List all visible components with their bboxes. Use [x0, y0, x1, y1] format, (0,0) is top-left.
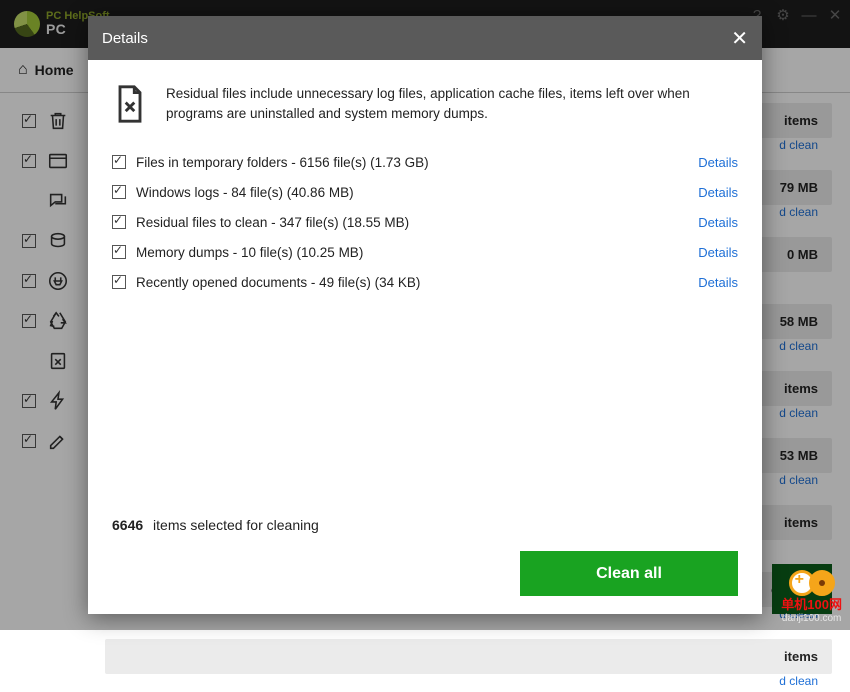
details-link[interactable]: Details	[698, 215, 738, 230]
close-icon[interactable]: ✕	[731, 26, 748, 51]
details-dialog: Details ✕ Residual files include unneces…	[88, 16, 762, 614]
checkbox[interactable]	[112, 185, 126, 199]
details-link[interactable]: Details	[698, 185, 738, 200]
checkbox[interactable]	[112, 155, 126, 169]
details-link[interactable]: Details	[698, 245, 738, 260]
detail-item-label: Files in temporary folders - 6156 file(s…	[136, 155, 698, 170]
selection-summary: 6646 items selected for cleaning	[112, 517, 738, 533]
document-x-icon	[112, 84, 148, 129]
detail-item-row: Files in temporary folders - 6156 file(s…	[112, 147, 738, 177]
card-clean-link[interactable]: d clean	[779, 674, 818, 692]
dialog-description: Residual files include unnecessary log f…	[166, 84, 738, 129]
detail-item-row: Recently opened documents - 49 file(s) (…	[112, 267, 738, 297]
checkbox[interactable]	[112, 215, 126, 229]
watermark-text-1: 单机100网	[781, 594, 842, 613]
dialog-header: Details ✕	[88, 16, 762, 60]
detail-item-label: Residual files to clean - 347 file(s) (1…	[136, 215, 698, 230]
detail-item-label: Recently opened documents - 49 file(s) (…	[136, 275, 698, 290]
detail-item-label: Windows logs - 84 file(s) (40.86 MB)	[136, 185, 698, 200]
detail-item-row: Memory dumps - 10 file(s) (10.25 MB)Deta…	[112, 237, 738, 267]
clean-all-button[interactable]: Clean all	[520, 551, 738, 596]
selection-count: 6646	[112, 517, 143, 533]
watermark-text-2: danji100.com	[782, 613, 841, 624]
dialog-title: Details	[102, 30, 148, 47]
checkbox[interactable]	[112, 245, 126, 259]
detail-item-label: Memory dumps - 10 file(s) (10.25 MB)	[136, 245, 698, 260]
checkbox[interactable]	[112, 275, 126, 289]
watermark-dot-icon	[809, 570, 835, 596]
detail-item-row: Windows logs - 84 file(s) (40.86 MB)Deta…	[112, 177, 738, 207]
detail-item-row: Residual files to clean - 347 file(s) (1…	[112, 207, 738, 237]
details-link[interactable]: Details	[698, 275, 738, 290]
details-link[interactable]: Details	[698, 155, 738, 170]
selection-summary-text: items selected for cleaning	[153, 517, 319, 533]
watermark-badge: 单机100网 danji100.com	[781, 570, 842, 624]
card-metric: items	[784, 649, 818, 664]
result-card[interactable]: items	[105, 639, 832, 674]
